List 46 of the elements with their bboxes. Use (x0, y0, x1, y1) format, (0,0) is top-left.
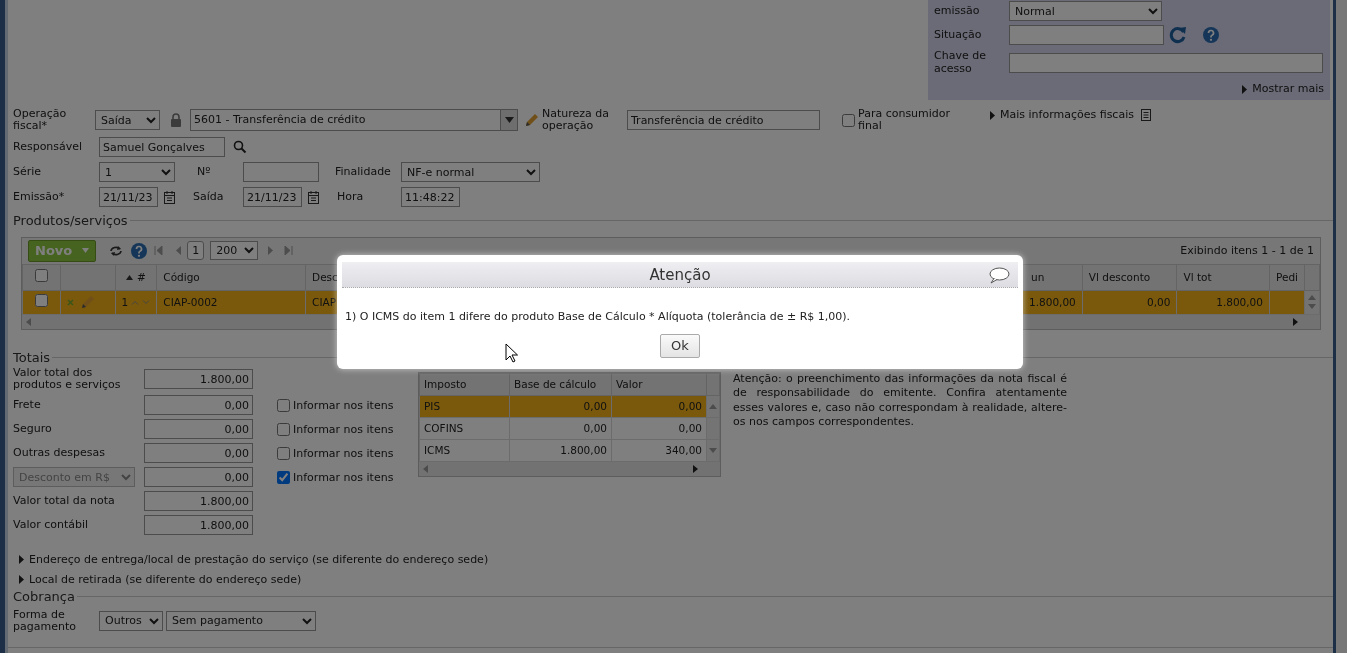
field-label: Chave de acesso (934, 50, 987, 76)
pagination-summary: Exibindo itens 1 - 1 de 1 (1180, 244, 1314, 258)
cell-text: 1.800,00 (1029, 295, 1076, 308)
row-number: 1 (121, 295, 129, 308)
field-label: Forma de pagamento (13, 608, 77, 633)
field-label: Responsável (13, 140, 84, 154)
field-label: Nº (197, 165, 212, 179)
field-label: Operação fiscal* (13, 107, 68, 133)
field-label: Outras despesas (13, 447, 106, 460)
cell-text: CIAP (312, 295, 337, 308)
cell-text: 0,00 (678, 422, 702, 435)
section-title: Cobrança (13, 589, 75, 605)
cell-text: 1.800,00 (560, 444, 607, 457)
cell-text: 340,00 (665, 444, 702, 457)
field-label: Série (13, 165, 43, 179)
cell-text: PIS (424, 400, 441, 413)
field-label: Hora (337, 190, 365, 204)
field-label: Valor total da nota (13, 495, 116, 508)
checkbox-label: Informar nos itens (293, 422, 394, 436)
field-label: Frete (13, 399, 42, 412)
cell-text: COFINS (424, 422, 464, 435)
dialog-title: Atenção (649, 265, 711, 284)
field-label: Valor total dos produtos e serviços (13, 367, 122, 392)
dialog-message: 1) O ICMS do item 1 difere do produto Base de Cálculo * Alíquota (tolerância de ± R$ 1,00). (345, 310, 852, 324)
cell-text: 0,00 (583, 400, 607, 413)
field-label: emissão (934, 4, 981, 18)
section-title: Produtos/serviços (13, 213, 128, 229)
checkbox-label: Informar nos itens (293, 446, 394, 460)
field-label: Situação (934, 28, 983, 42)
checkbox-label: Informar nos itens (293, 470, 394, 484)
field-label: Emissão* (13, 190, 66, 204)
checkbox-label: Para consumidor final (858, 107, 952, 133)
notice-text: Atenção: o preenchimento das informações da nota fiscal é de responsabilidade do emitente. Confira atentamente esses valores e, caso não correspondam à realidade, altere-os nos campos correspondentes. (733, 372, 1067, 430)
cell-text: ICMS (424, 444, 451, 457)
field-label: Valor contábil (13, 519, 90, 532)
section-title: Totais (13, 349, 51, 366)
field-label: Seguro (13, 423, 53, 436)
cell-text: 0,00 (1147, 295, 1171, 308)
field-label: Finalidade (335, 165, 392, 179)
field-label: Saída (193, 190, 225, 204)
field-label: Natureza da operação (542, 107, 611, 133)
cell-text: 0,00 (678, 400, 702, 413)
cell-text: 1.800,00 (1216, 295, 1263, 308)
table-cell: CIAP-0002 (156, 290, 306, 315)
checkbox-label: Informar nos itens (293, 398, 394, 412)
cell-text: 0,00 (583, 422, 607, 435)
